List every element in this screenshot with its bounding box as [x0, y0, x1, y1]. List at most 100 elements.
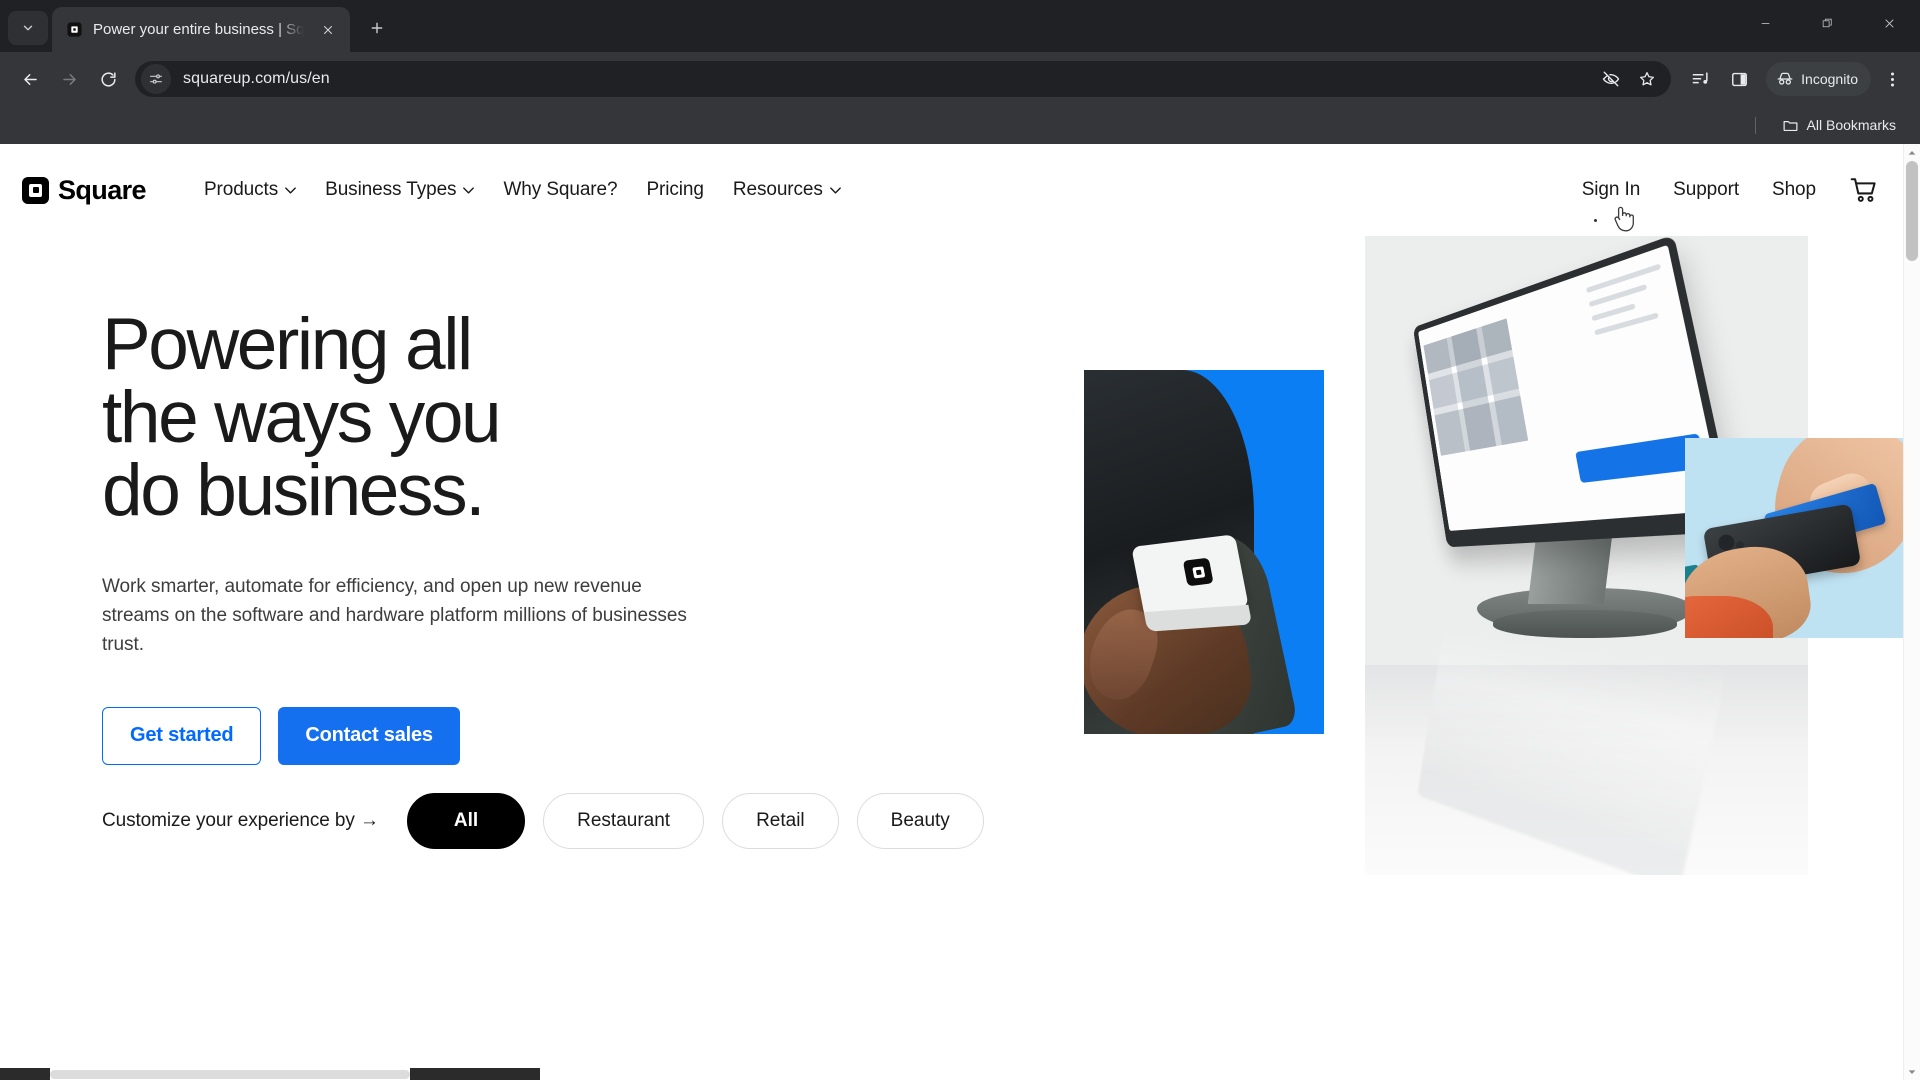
three-dot-menu-icon: [1890, 71, 1894, 87]
hero-section: Powering all the ways you do business. W…: [0, 236, 1903, 875]
browser-menu-button[interactable]: [1874, 61, 1910, 97]
square-logo-text: Square: [58, 174, 147, 205]
tracking-protection-button[interactable]: [1595, 63, 1627, 95]
tab-title: Power your entire business | Sq: [93, 21, 305, 38]
nav-label: Sign In: [1581, 179, 1641, 200]
reload-button[interactable]: [90, 61, 126, 97]
incognito-label: Incognito: [1801, 71, 1858, 87]
incognito-indicator[interactable]: Incognito: [1766, 62, 1871, 96]
window-controls: [1734, 0, 1920, 46]
site-info-button[interactable]: [141, 64, 171, 94]
bookmarks-bar: All Bookmarks: [0, 106, 1920, 144]
chevron-down-icon: [23, 25, 33, 31]
bookmarks-divider: [1754, 116, 1756, 134]
eye-off-icon: [1602, 71, 1620, 87]
maximize-restore-button[interactable]: [1796, 0, 1858, 46]
filter-pill-beauty[interactable]: Beauty: [856, 792, 984, 849]
cursor-click-dot: [1593, 219, 1597, 222]
hscroll-thumb[interactable]: [50, 1070, 410, 1079]
back-button[interactable]: [12, 61, 48, 97]
nav-label: Pricing: [646, 179, 704, 200]
tab-close-button[interactable]: [316, 18, 340, 42]
side-panel-icon: [1731, 72, 1747, 86]
incognito-hat-icon: [1777, 72, 1793, 85]
filter-pill-all[interactable]: All: [406, 792, 526, 849]
pos-stand-base-lower: [1493, 610, 1677, 638]
back-arrow-icon: [23, 73, 37, 85]
customize-label: Customize your experience by →: [102, 809, 379, 831]
chevron-down-icon: [463, 186, 475, 194]
pos-order-lines: [1585, 263, 1673, 345]
hero-paragraph: Work smarter, automate for efficiency, a…: [102, 576, 687, 655]
square-logo[interactable]: Square: [22, 174, 147, 206]
nav-label: Resources: [732, 179, 823, 200]
nav-label: Business Types: [325, 179, 457, 200]
nav-item-support[interactable]: Support: [1673, 179, 1739, 201]
browser-tab[interactable]: Power your entire business | Sq: [52, 7, 350, 52]
nav-label: Products: [203, 179, 279, 200]
nav-item-products[interactable]: Products: [204, 179, 296, 201]
hero-cta-group: Get started Contact sales: [102, 706, 930, 765]
tab-strip: Power your entire business | Sq: [0, 0, 1920, 52]
forward-button[interactable]: [51, 61, 87, 97]
nav-item-why-square[interactable]: Why Square?: [503, 179, 617, 201]
bookmark-button[interactable]: [1631, 63, 1663, 95]
window-close-button[interactable]: [1858, 0, 1920, 46]
vertical-scrollbar[interactable]: [1903, 144, 1920, 1080]
minimize-icon: [1761, 22, 1769, 24]
window-close-icon: [1884, 18, 1894, 28]
nav-item-sign-in[interactable]: Sign In: [1581, 179, 1641, 201]
omnibox-actions: [1595, 63, 1665, 95]
folder-icon: [1783, 120, 1798, 131]
hero-copy: Powering all the ways you do business. W…: [22, 236, 930, 765]
scroll-down-button[interactable]: [1904, 1063, 1920, 1080]
side-panel-button[interactable]: [1721, 61, 1757, 97]
site-header: Square Products Business Types Why Squar…: [0, 144, 1903, 236]
nav-item-business-types[interactable]: Business Types: [325, 179, 475, 201]
nav-item-resources[interactable]: Resources: [733, 179, 841, 201]
restore-icon: [1822, 18, 1832, 27]
square-favicon-icon: [67, 22, 82, 37]
page-title: Powering all the ways you do business.: [102, 304, 502, 531]
all-bookmarks-label: All Bookmarks: [1806, 117, 1896, 133]
square-device-logo-icon: [1182, 557, 1214, 587]
minimize-button[interactable]: [1734, 0, 1796, 46]
nav-label: Support: [1673, 179, 1740, 200]
close-icon: [324, 25, 332, 34]
media-control-button[interactable]: [1682, 61, 1718, 97]
chevron-up-icon: [1908, 150, 1916, 155]
url-text: squareup.com/us/en: [183, 70, 330, 87]
forward-arrow-icon: [62, 73, 76, 85]
plus-icon: [371, 22, 383, 34]
new-tab-button[interactable]: [360, 11, 394, 45]
vertical-scroll-thumb[interactable]: [1906, 161, 1918, 261]
square-reader-device: [1131, 534, 1249, 620]
mouse-cursor-pointer: [1614, 206, 1634, 232]
horizontal-scrollbar[interactable]: [0, 1068, 1886, 1080]
get-started-button[interactable]: Get started: [102, 706, 262, 765]
tune-sliders-icon: [150, 74, 162, 84]
chevron-down-icon: [1908, 1069, 1916, 1074]
hero-images: [1073, 236, 1903, 926]
all-bookmarks-button[interactable]: All Bookmarks: [1774, 113, 1904, 138]
square-homepage: Square Products Business Types Why Squar…: [0, 144, 1903, 1080]
nav-item-shop[interactable]: Shop: [1772, 179, 1816, 201]
filter-pill-retail[interactable]: Retail: [722, 792, 839, 849]
hscroll-left-edge: [0, 1068, 50, 1080]
square-reader-image: [1084, 370, 1324, 734]
nav-label: Shop: [1772, 179, 1816, 200]
chevron-down-icon: [285, 186, 296, 194]
address-bar[interactable]: squareup.com/us/en: [135, 61, 1672, 97]
scroll-up-button[interactable]: [1904, 144, 1920, 161]
main-navigation: Products Business Types Why Square? Pric…: [204, 179, 841, 201]
browser-toolbar: squareup.com/us/en Incognito: [0, 52, 1920, 106]
tab-search-button[interactable]: [8, 11, 48, 45]
square-logo-icon: [22, 176, 49, 204]
shopping-cart-icon[interactable]: [1849, 175, 1879, 205]
chevron-down-icon: [829, 186, 841, 194]
nav-item-pricing[interactable]: Pricing: [646, 179, 703, 201]
nav-label: Why Square?: [503, 179, 618, 200]
pos-item-grid: [1423, 318, 1529, 456]
contact-sales-button[interactable]: Contact sales: [278, 706, 460, 765]
filter-pill-restaurant[interactable]: Restaurant: [543, 792, 705, 849]
